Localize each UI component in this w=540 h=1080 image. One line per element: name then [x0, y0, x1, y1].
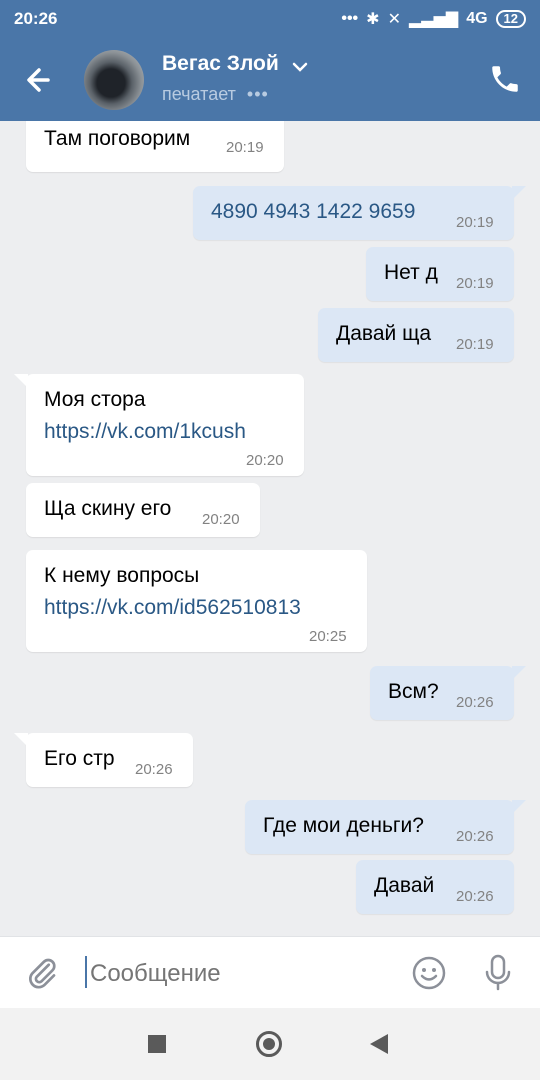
message-outgoing[interactable]: 4890 4943 1422 9659 20:19 [193, 186, 526, 240]
microphone-icon[interactable] [482, 953, 514, 993]
message-outgoing[interactable]: Давай ща 20:19 [318, 308, 514, 362]
smile-icon[interactable] [411, 955, 447, 991]
message-time: 20:26 [456, 888, 494, 905]
message-text: Его стр [44, 747, 115, 770]
system-nav-bar [0, 1008, 540, 1080]
chat-header: Вегас Злой печатает ••• [0, 38, 540, 121]
message-time: 20:26 [456, 828, 494, 845]
contact-status: печатает ••• [162, 84, 269, 105]
message-text: Где мои деньги? [263, 814, 424, 837]
message-incoming[interactable]: Моя стора https://vk.com/1kcush 20:20 [14, 374, 304, 476]
message-text: Давай ща [336, 322, 432, 345]
message-incoming[interactable]: К нему вопросы https://vk.com/id56251081… [26, 550, 367, 652]
contact-name[interactable]: Вегас Злой [162, 52, 279, 76]
message-text: К нему вопросы [44, 564, 200, 587]
message-incoming[interactable]: Ща скину его 20:20 [26, 483, 260, 537]
mute-icon: ✕ [387, 11, 401, 28]
back-triangle-icon[interactable] [370, 1034, 388, 1054]
message-text: Моя стора [44, 388, 146, 411]
bubble-tail [512, 186, 526, 200]
phone-icon[interactable] [488, 62, 522, 96]
arrow-left-icon[interactable] [20, 60, 60, 100]
bubble-tail [512, 800, 526, 814]
status-bar: 20:26 ••• ✱ ✕ ▂▃▅▇ 4G 12 [0, 0, 540, 38]
bubble-tail [14, 733, 28, 747]
bubble-tail [14, 374, 28, 388]
message-text: Всм? [388, 680, 439, 703]
message-time: 20:26 [456, 694, 494, 711]
status-icons: ••• ✱ ✕ ▂▃▅▇ 4G 12 [341, 9, 526, 29]
message-outgoing[interactable]: Нет д 20:19 [366, 247, 514, 301]
bubble-tail [512, 666, 526, 680]
message-time: 20:26 [135, 761, 173, 778]
message-outgoing[interactable]: Всм? 20:26 [370, 666, 526, 720]
recent-apps-icon[interactable] [148, 1035, 166, 1053]
message-text: Давай [374, 874, 435, 897]
message-time: 20:20 [202, 511, 240, 528]
network-label: 4G [466, 10, 488, 27]
message-input[interactable] [88, 959, 392, 989]
paperclip-icon[interactable] [24, 955, 60, 991]
status-time: 20:26 [14, 9, 58, 28]
home-icon[interactable] [256, 1031, 282, 1057]
message-time: 20:19 [456, 275, 494, 292]
message-link[interactable]: https://vk.com/id562510813 [44, 596, 301, 620]
message-outgoing[interactable]: Давай 20:26 [356, 860, 514, 914]
more-dots-icon: ••• [341, 10, 359, 27]
message-time: 20:19 [456, 214, 494, 231]
message-incoming[interactable]: Там поговорим 20:19 [26, 121, 284, 172]
message-composer [0, 936, 540, 1009]
message-text: Ща скину его [44, 497, 172, 520]
battery-indicator: 12 [495, 10, 526, 28]
message-list[interactable]: Там поговорим 20:19 4890 4943 1422 9659 … [0, 121, 540, 936]
typing-indicator: ••• [246, 84, 269, 104]
message-incoming[interactable]: Его стр 20:26 [14, 733, 193, 787]
top-bar: 20:26 ••• ✱ ✕ ▂▃▅▇ 4G 12 Вегас Злой печа… [0, 0, 540, 121]
avatar[interactable] [84, 50, 144, 110]
message-time: 20:19 [226, 139, 264, 156]
bluetooth-icon: ✱ [366, 11, 380, 28]
message-link[interactable]: https://vk.com/1kcush [44, 420, 246, 444]
chevron-down-icon[interactable] [291, 60, 309, 74]
message-text: 4890 4943 1422 9659 [211, 200, 416, 223]
message-time: 20:19 [456, 336, 494, 353]
message-time: 20:25 [309, 628, 347, 645]
signal-icon: ▂▃▅▇ [408, 11, 459, 28]
status-text: печатает [162, 84, 236, 104]
message-text: Там поговорим [44, 127, 191, 150]
message-text: Нет д [384, 261, 438, 284]
message-time: 20:20 [246, 452, 284, 469]
text-caret [85, 956, 87, 988]
message-outgoing[interactable]: Где мои деньги? 20:26 [245, 800, 526, 854]
